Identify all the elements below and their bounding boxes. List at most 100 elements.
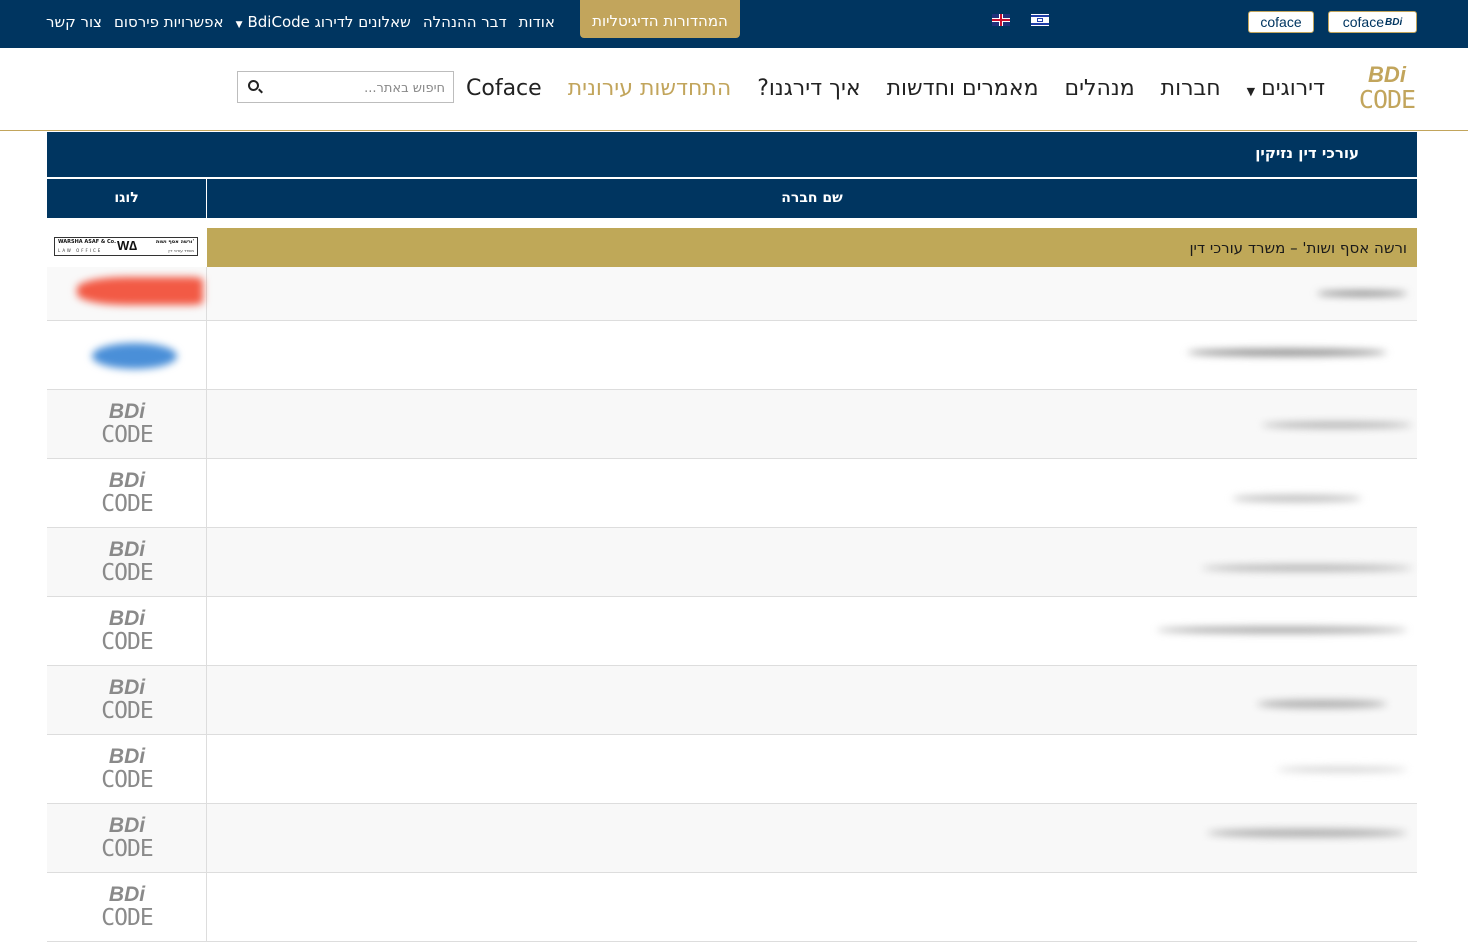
- blurred-company-name: [1317, 291, 1407, 296]
- table-row[interactable]: [47, 267, 1417, 321]
- nav-ratings[interactable]: דירוגים ▼: [1247, 76, 1325, 101]
- chevron-down-icon: ▼: [1246, 84, 1256, 98]
- nav-managers[interactable]: מנהלים: [1065, 76, 1135, 101]
- nav-urban-renewal[interactable]: התחדשות עירונית: [568, 76, 732, 101]
- placeholder-logo-line1: BDi: [108, 883, 146, 906]
- placeholder-logo-line2: CODE: [101, 836, 153, 862]
- israel-flag-icon[interactable]: [1031, 14, 1049, 26]
- blurred-company-name: [1157, 627, 1407, 633]
- chevron-down-icon: ▼: [235, 20, 243, 30]
- coface-logo-link[interactable]: coface: [1248, 11, 1314, 33]
- placeholder-logo-line2: CODE: [101, 491, 153, 517]
- blurred-company-name: [1262, 422, 1412, 428]
- logo-line2: CODE: [1358, 85, 1416, 114]
- warsha-logo-mark: W∆: [117, 238, 138, 253]
- bdicode-placeholder-logo: BDi CODE: [97, 538, 157, 586]
- coface-logo-text: coface: [1260, 14, 1302, 30]
- main-header: BDi CODE דירוגים ▼ חברות מנהלים מאמרים וח…: [0, 48, 1468, 131]
- bdicode-placeholder-logo: BDi CODE: [97, 469, 157, 517]
- placeholder-logo-line1: BDi: [108, 469, 146, 492]
- placeholder-logo-line1: BDi: [108, 400, 146, 423]
- bdicode-placeholder-logo: BDi CODE: [97, 400, 157, 448]
- placeholder-logo-line1: BDi: [108, 814, 146, 837]
- company-logo-cell: BDi CODE: [47, 873, 207, 941]
- company-logo-cell: [47, 321, 207, 389]
- company-logo-cell: [47, 267, 207, 320]
- company-logo-cell: BDi CODE: [47, 597, 207, 665]
- company-table: WARSHA ASAF & Co. LAW OFFICE W∆ ורשה אסף…: [47, 228, 1417, 942]
- blurred-logo: [92, 343, 177, 369]
- top-links: אודות דבר ההנהלה שאלונים לדירוג BdiCode ▼…: [46, 0, 555, 44]
- company-logo-cell: WARSHA ASAF & Co. LAW OFFICE W∆ ורשה אסף…: [47, 228, 207, 267]
- uk-flag-icon[interactable]: [992, 14, 1010, 26]
- top-link-questionnaires[interactable]: שאלונים לדירוג BdiCode ▼: [236, 13, 411, 31]
- main-nav: דירוגים ▼ חברות מנהלים מאמרים וחדשות איך …: [466, 70, 1325, 106]
- bdicode-placeholder-logo: BDi CODE: [97, 814, 157, 862]
- placeholder-logo-line1: BDi: [108, 607, 146, 630]
- search-box: [237, 71, 454, 103]
- blurred-company-name: [1207, 829, 1407, 837]
- warsha-logo-he-sub: משרד עורכי דין: [168, 248, 194, 253]
- table-row[interactable]: BDi CODE: [47, 597, 1417, 666]
- nav-how-we-rated[interactable]: איך דירגנו?: [757, 76, 860, 101]
- table-row[interactable]: BDi CODE: [47, 390, 1417, 459]
- coface-bdi-suffix: BDi: [1385, 16, 1403, 28]
- category-header: עורכי דין נזיקין: [47, 132, 1417, 177]
- warsha-logo-he-name: ורשה אסף ושות': [155, 239, 194, 245]
- company-logo-cell: BDi CODE: [47, 528, 207, 596]
- table-row[interactable]: BDi CODE: [47, 459, 1417, 528]
- table-header: לוגו שם חברה: [47, 179, 1417, 218]
- company-name[interactable]: ורשה אסף ושות' – משרד עורכי דין: [1189, 228, 1407, 267]
- blurred-company-name: [1257, 700, 1387, 708]
- table-row[interactable]: [47, 321, 1417, 390]
- digital-editions-button[interactable]: המהדורות הדיגיטליות: [580, 0, 740, 38]
- blurred-company-name: [1277, 767, 1407, 772]
- placeholder-logo-line2: CODE: [101, 767, 153, 793]
- top-link-questionnaires-label: שאלונים לדירוג BdiCode: [247, 13, 411, 31]
- placeholder-logo-line1: BDi: [108, 676, 146, 699]
- placeholder-logo-line2: CODE: [101, 560, 153, 586]
- bdicode-placeholder-logo: BDi CODE: [97, 883, 157, 931]
- table-row[interactable]: BDi CODE: [47, 666, 1417, 735]
- table-row[interactable]: BDi CODE: [47, 528, 1417, 597]
- nav-coface[interactable]: Coface: [466, 76, 542, 101]
- table-row[interactable]: BDi CODE: [47, 735, 1417, 804]
- placeholder-logo-line2: CODE: [101, 905, 153, 931]
- placeholder-logo-line1: BDi: [108, 538, 146, 561]
- coface-bdi-logo-text: coface: [1342, 14, 1384, 30]
- column-header-company-name: שם חברה: [781, 190, 843, 206]
- table-row-featured[interactable]: WARSHA ASAF & Co. LAW OFFICE W∆ ורשה אסף…: [47, 228, 1417, 267]
- logo-line1: BDi: [1368, 62, 1406, 87]
- placeholder-logo-line2: CODE: [101, 629, 153, 655]
- search-icon[interactable]: [248, 80, 259, 91]
- bdicode-placeholder-logo: BDi CODE: [97, 676, 157, 724]
- top-link-advertising[interactable]: אפשרויות פירסום: [114, 13, 224, 31]
- company-logo-cell: BDi CODE: [47, 804, 207, 872]
- warsha-asaf-logo: WARSHA ASAF & Co. LAW OFFICE W∆ ורשה אסף…: [54, 237, 198, 256]
- blurred-company-name: [1232, 495, 1362, 502]
- bdicode-placeholder-logo: BDi CODE: [97, 745, 157, 793]
- nav-ratings-label: דירוגים: [1261, 75, 1326, 101]
- top-link-contact[interactable]: צור קשר: [46, 13, 102, 31]
- table-row[interactable]: BDi CODE: [47, 804, 1417, 873]
- top-link-management-word[interactable]: דבר ההנהלה: [423, 13, 507, 31]
- placeholder-logo-line1: BDi: [108, 745, 146, 768]
- company-logo-cell: BDi CODE: [47, 459, 207, 527]
- bdicode-logo[interactable]: BDi CODE: [1355, 63, 1419, 115]
- bdicode-placeholder-logo: BDi CODE: [97, 607, 157, 655]
- blurred-company-name: [1202, 565, 1412, 571]
- nav-articles-news[interactable]: מאמרים וחדשות: [887, 76, 1039, 101]
- coface-bdi-logo-link[interactable]: coface BDi: [1328, 11, 1417, 33]
- search-input[interactable]: [268, 75, 447, 101]
- company-logo-cell: BDi CODE: [47, 666, 207, 734]
- category-title: עורכי דין נזיקין: [1255, 144, 1359, 162]
- table-row[interactable]: BDi CODE: [47, 873, 1417, 942]
- blurred-company-name: [1187, 349, 1387, 356]
- placeholder-logo-line2: CODE: [101, 422, 153, 448]
- top-link-about[interactable]: אודות: [519, 13, 555, 31]
- nav-companies[interactable]: חברות: [1161, 76, 1221, 101]
- blurred-logo: [77, 277, 203, 305]
- warsha-logo-en-sub: LAW OFFICE: [58, 248, 103, 253]
- company-logo-cell: BDi CODE: [47, 735, 207, 803]
- warsha-logo-en-name: WARSHA ASAF & Co.: [58, 239, 117, 245]
